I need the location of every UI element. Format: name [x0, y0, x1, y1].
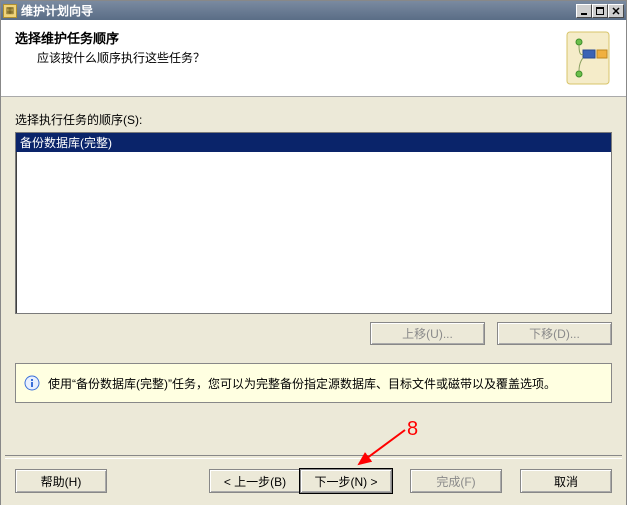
- back-button[interactable]: < 上一步(B): [209, 469, 301, 493]
- wizard-body: 选择执行任务的顺序(S): 备份数据库(完整) 上移(U)... 下移(D)..…: [1, 97, 626, 505]
- move-down-button[interactable]: 下移(D)...: [497, 322, 612, 345]
- wizard-header: 选择维护任务顺序 应该按什么顺序执行这些任务？: [1, 20, 626, 97]
- next-button[interactable]: 下一步(N) >: [300, 469, 392, 493]
- info-box: 使用“备份数据库(完整)”任务，您可以为完整备份指定源数据库、目标文件或磁带以及…: [15, 363, 612, 403]
- maximize-button[interactable]: [592, 4, 608, 18]
- move-button-row: 上移(U)... 下移(D)...: [15, 322, 612, 345]
- page-subheading: 应该按什么顺序执行这些任务？: [37, 49, 546, 66]
- cancel-button[interactable]: 取消: [520, 469, 612, 493]
- info-icon: [24, 375, 40, 391]
- info-text: 使用“备份数据库(完整)”任务，您可以为完整备份指定源数据库、目标文件或磁带以及…: [48, 375, 556, 392]
- window-title: 维护计划向导: [21, 2, 576, 19]
- help-button[interactable]: 帮助(H): [15, 469, 107, 493]
- order-label: 选择执行任务的顺序(S):: [15, 111, 612, 128]
- window-controls: [576, 4, 624, 18]
- wizard-graphic: [558, 26, 618, 90]
- titlebar: ▦ 维护计划向导: [1, 1, 626, 20]
- wizard-button-row: 帮助(H) < 上一步(B) 下一步(N) > 完成(F) 取消: [1, 459, 626, 493]
- minimize-button[interactable]: [576, 4, 592, 18]
- finish-button[interactable]: 完成(F): [410, 469, 502, 493]
- task-order-listbox[interactable]: 备份数据库(完整): [15, 132, 612, 314]
- wizard-window: ▦ 维护计划向导 选择维护任务顺序 应该按什么顺序执行这些任务？: [0, 0, 627, 505]
- close-button[interactable]: [608, 4, 624, 18]
- app-icon: ▦: [3, 4, 17, 18]
- move-up-button[interactable]: 上移(U)...: [370, 322, 485, 345]
- list-item[interactable]: 备份数据库(完整): [16, 133, 611, 152]
- page-heading: 选择维护任务顺序: [15, 28, 546, 47]
